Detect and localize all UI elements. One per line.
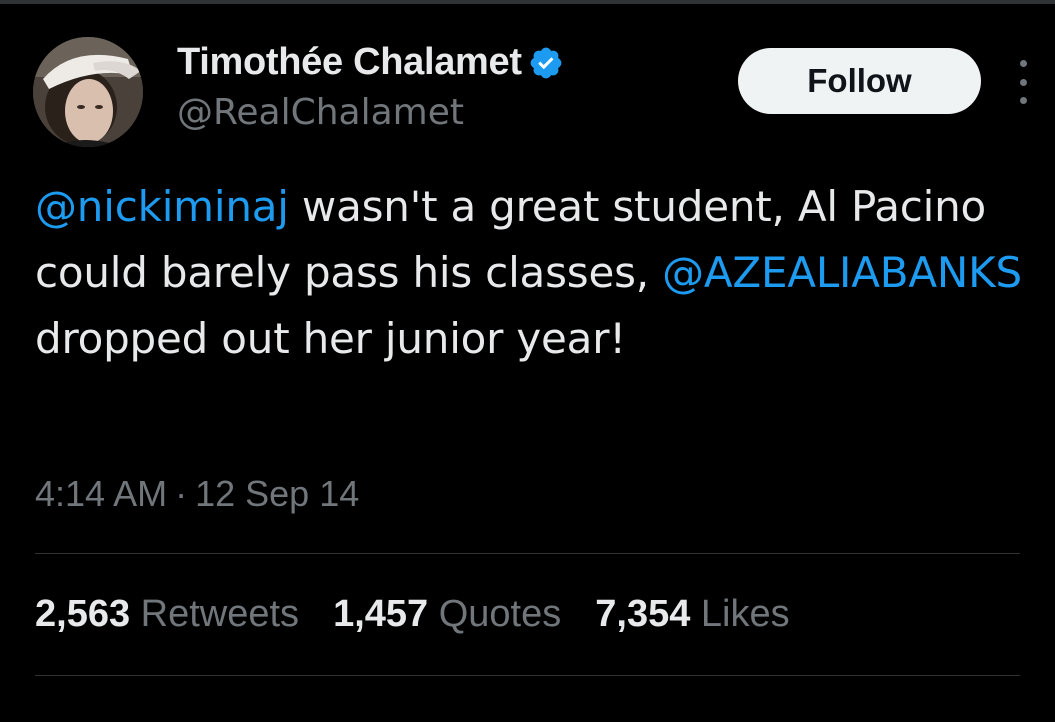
divider xyxy=(35,553,1020,554)
mention-link[interactable]: @AZEALIABANKS xyxy=(662,248,1022,297)
more-vertical-icon[interactable] xyxy=(1008,60,1038,104)
top-divider xyxy=(0,0,1055,4)
tweet-time: 4:14 AM xyxy=(35,473,168,514)
meta-separator: · xyxy=(175,473,188,514)
retweets-label: Retweets xyxy=(140,593,300,635)
likes-stat[interactable]: 7,354 Likes xyxy=(595,593,789,636)
tweet-timestamp[interactable]: 4:14 AM · 12 Sep 14 xyxy=(35,473,359,515)
quotes-count: 1,457 xyxy=(333,593,429,635)
mention-link[interactable]: @nickiminaj xyxy=(35,182,289,231)
tweet-text-segment: dropped out her junior year! xyxy=(35,314,626,363)
divider xyxy=(35,675,1020,676)
tweet-text: @nickiminaj wasn't a great student, Al P… xyxy=(35,174,1025,372)
quotes-stat[interactable]: 1,457 Quotes xyxy=(333,593,561,636)
more-dot xyxy=(1019,60,1027,67)
retweets-count: 2,563 xyxy=(35,593,131,635)
likes-count: 7,354 xyxy=(595,593,691,635)
more-dot xyxy=(1019,97,1027,104)
author-name-row: Timothée Chalamet xyxy=(177,41,564,84)
avatar[interactable] xyxy=(33,37,143,147)
retweets-stat[interactable]: 2,563 Retweets xyxy=(35,593,299,636)
author-display-name[interactable]: Timothée Chalamet xyxy=(177,41,522,84)
engagement-stats: 2,563 Retweets 1,457 Quotes 7,354 Likes xyxy=(35,593,824,636)
verified-badge-icon[interactable] xyxy=(528,45,564,81)
more-dot xyxy=(1019,78,1027,86)
follow-button[interactable]: Follow xyxy=(738,48,981,114)
tweet-date: 12 Sep 14 xyxy=(195,473,360,514)
author-handle[interactable]: @RealChalamet xyxy=(177,92,464,133)
likes-label: Likes xyxy=(700,593,790,635)
quotes-label: Quotes xyxy=(438,593,562,635)
avatar-image xyxy=(33,37,143,147)
